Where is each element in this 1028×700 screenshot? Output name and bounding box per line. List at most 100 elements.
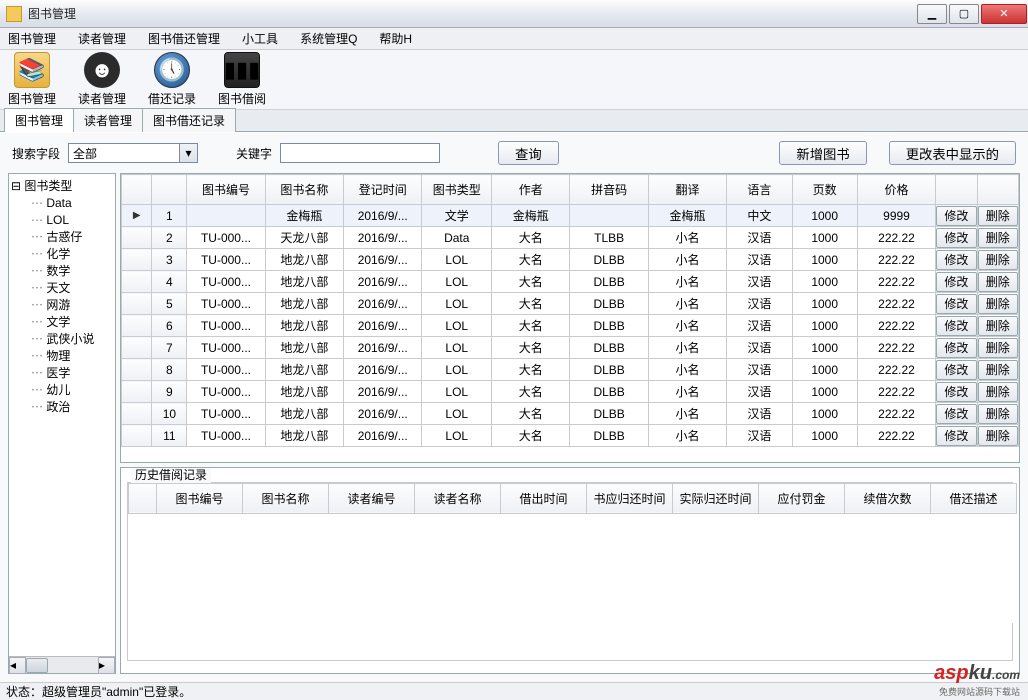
edit-button[interactable]: 修改 [936, 404, 976, 424]
query-button[interactable]: 查询 [498, 141, 559, 165]
delete-button[interactable]: 删除 [978, 294, 1018, 314]
column-header[interactable]: 图书编号 [187, 175, 265, 205]
column-header[interactable] [129, 483, 157, 513]
search-field-combo[interactable]: 全部 ▾ [68, 143, 198, 163]
change-columns-button[interactable]: 更改表中显示的 [889, 141, 1016, 165]
tab-reader-manage[interactable]: 读者管理 [73, 108, 143, 132]
column-header[interactable]: 图书名称 [265, 175, 343, 205]
menu-book-manage[interactable]: 图书管理 [4, 28, 60, 49]
edit-button[interactable]: 修改 [936, 360, 976, 380]
table-row[interactable]: 4TU-000...地龙八部2016/9/...LOL大名DLBB小名汉语100… [122, 271, 1019, 293]
column-header[interactable] [936, 175, 977, 205]
toolbar-borrow-book[interactable]: ▮▮▮ 图书借阅 [218, 52, 266, 107]
column-header[interactable] [977, 175, 1018, 205]
tree-node[interactable]: 网游 [11, 297, 113, 314]
table-row[interactable]: 6TU-000...地龙八部2016/9/...LOL大名DLBB小名汉语100… [122, 315, 1019, 337]
category-tree[interactable]: 图书类型DataLOL古惑仔化学数学天文网游文学武侠小说物理医学幼儿政治 ◂ ▸ [8, 173, 116, 674]
edit-button[interactable]: 修改 [936, 206, 976, 226]
table-row[interactable]: ▶1金梅瓶2016/9/...文学金梅瓶金梅瓶中文10009999修改删除 [122, 205, 1019, 227]
delete-button[interactable]: 删除 [978, 426, 1018, 446]
toolbar-book-manage[interactable]: 📚 图书管理 [8, 52, 56, 107]
menu-borrow-return[interactable]: 图书借还管理 [144, 28, 224, 49]
tree-node[interactable]: 物理 [11, 348, 113, 365]
toolbar-borrow-history[interactable]: 🕔 借还记录 [148, 52, 196, 107]
column-header[interactable]: 拼音码 [570, 175, 648, 205]
column-header[interactable]: 读者编号 [329, 483, 415, 513]
delete-button[interactable]: 删除 [978, 250, 1018, 270]
column-header[interactable]: 页数 [792, 175, 857, 205]
menu-system[interactable]: 系统管理Q [296, 28, 361, 49]
column-header[interactable]: 图书编号 [157, 483, 243, 513]
tab-book-manage[interactable]: 图书管理 [4, 108, 74, 132]
toolbar-reader-manage[interactable]: ☻ 读者管理 [78, 52, 126, 107]
delete-button[interactable]: 删除 [978, 360, 1018, 380]
tree-root[interactable]: 图书类型 [11, 178, 113, 195]
table-row[interactable]: 3TU-000...地龙八部2016/9/...LOL大名DLBB小名汉语100… [122, 249, 1019, 271]
edit-button[interactable]: 修改 [936, 272, 976, 292]
tree-node[interactable]: 幼儿 [11, 382, 113, 399]
column-header[interactable]: 图书名称 [243, 483, 329, 513]
minimize-button[interactable]: ▁ [917, 4, 947, 24]
delete-button[interactable]: 删除 [978, 316, 1018, 336]
column-header[interactable]: 价格 [857, 175, 935, 205]
menu-reader-manage[interactable]: 读者管理 [74, 28, 130, 49]
delete-button[interactable]: 删除 [978, 338, 1018, 358]
close-button[interactable]: ✕ [981, 4, 1027, 24]
table-row[interactable]: 2TU-000...天龙八部2016/9/...Data大名TLBB小名汉语10… [122, 227, 1019, 249]
column-header[interactable] [152, 175, 187, 205]
table-row[interactable]: 5TU-000...地龙八部2016/9/...LOL大名DLBB小名汉语100… [122, 293, 1019, 315]
column-header[interactable] [122, 175, 152, 205]
column-header[interactable]: 实际归还时间 [673, 483, 759, 513]
table-row[interactable]: 11TU-000...地龙八部2016/9/...LOL大名DLBB小名汉语10… [122, 425, 1019, 447]
delete-button[interactable]: 删除 [978, 228, 1018, 248]
chevron-down-icon: ▾ [179, 144, 197, 162]
column-header[interactable]: 登记时间 [344, 175, 422, 205]
tree-node[interactable]: 医学 [11, 365, 113, 382]
column-header[interactable]: 书应归还时间 [587, 483, 673, 513]
tree-node[interactable]: 古惑仔 [11, 229, 113, 246]
tree-node[interactable]: 政治 [11, 399, 113, 416]
edit-button[interactable]: 修改 [936, 294, 976, 314]
delete-button[interactable]: 删除 [978, 382, 1018, 402]
table-row[interactable]: 10TU-000...地龙八部2016/9/...LOL大名DLBB小名汉语10… [122, 403, 1019, 425]
column-header[interactable]: 读者名称 [415, 483, 501, 513]
scroll-left-icon[interactable]: ◂ [9, 657, 26, 674]
tree-node[interactable]: 文学 [11, 314, 113, 331]
table-row[interactable]: 8TU-000...地龙八部2016/9/...LOL大名DLBB小名汉语100… [122, 359, 1019, 381]
edit-button[interactable]: 修改 [936, 382, 976, 402]
column-header[interactable]: 作者 [492, 175, 570, 205]
menu-help[interactable]: 帮助H [375, 28, 416, 49]
maximize-button[interactable]: ▢ [949, 4, 979, 24]
column-header[interactable]: 翻译 [648, 175, 726, 205]
column-header[interactable]: 图书类型 [422, 175, 492, 205]
edit-button[interactable]: 修改 [936, 250, 976, 270]
tree-node[interactable]: 化学 [11, 246, 113, 263]
tree-node[interactable]: Data [11, 195, 113, 212]
history-group-label: 历史借阅记录 [131, 467, 211, 483]
keyword-input[interactable] [280, 143, 440, 163]
edit-button[interactable]: 修改 [936, 426, 976, 446]
column-header[interactable]: 借出时间 [501, 483, 587, 513]
delete-button[interactable]: 删除 [978, 404, 1018, 424]
table-row[interactable]: 9TU-000...地龙八部2016/9/...LOL大名DLBB小名汉语100… [122, 381, 1019, 403]
delete-button[interactable]: 删除 [978, 206, 1018, 226]
column-header[interactable]: 应付罚金 [759, 483, 845, 513]
delete-button[interactable]: 删除 [978, 272, 1018, 292]
tree-node[interactable]: LOL [11, 212, 113, 229]
tree-node[interactable]: 数学 [11, 263, 113, 280]
edit-button[interactable]: 修改 [936, 228, 976, 248]
column-header[interactable]: 借还描述 [931, 483, 1017, 513]
table-row[interactable]: 7TU-000...地龙八部2016/9/...LOL大名DLBB小名汉语100… [122, 337, 1019, 359]
edit-button[interactable]: 修改 [936, 316, 976, 336]
column-header[interactable]: 语言 [727, 175, 792, 205]
column-header[interactable]: 续借次数 [845, 483, 931, 513]
scroll-right-icon[interactable]: ▸ [98, 657, 115, 674]
new-book-button[interactable]: 新增图书 [779, 141, 866, 165]
tab-borrow-history[interactable]: 图书借还记录 [142, 108, 236, 132]
tree-node[interactable]: 武侠小说 [11, 331, 113, 348]
books-grid[interactable]: 图书编号图书名称登记时间图书类型作者拼音码翻译语言页数价格▶1金梅瓶2016/9… [120, 173, 1020, 463]
tree-node[interactable]: 天文 [11, 280, 113, 297]
menu-tools[interactable]: 小工具 [238, 28, 282, 49]
tree-scrollbar[interactable]: ◂ ▸ [9, 656, 115, 673]
edit-button[interactable]: 修改 [936, 338, 976, 358]
